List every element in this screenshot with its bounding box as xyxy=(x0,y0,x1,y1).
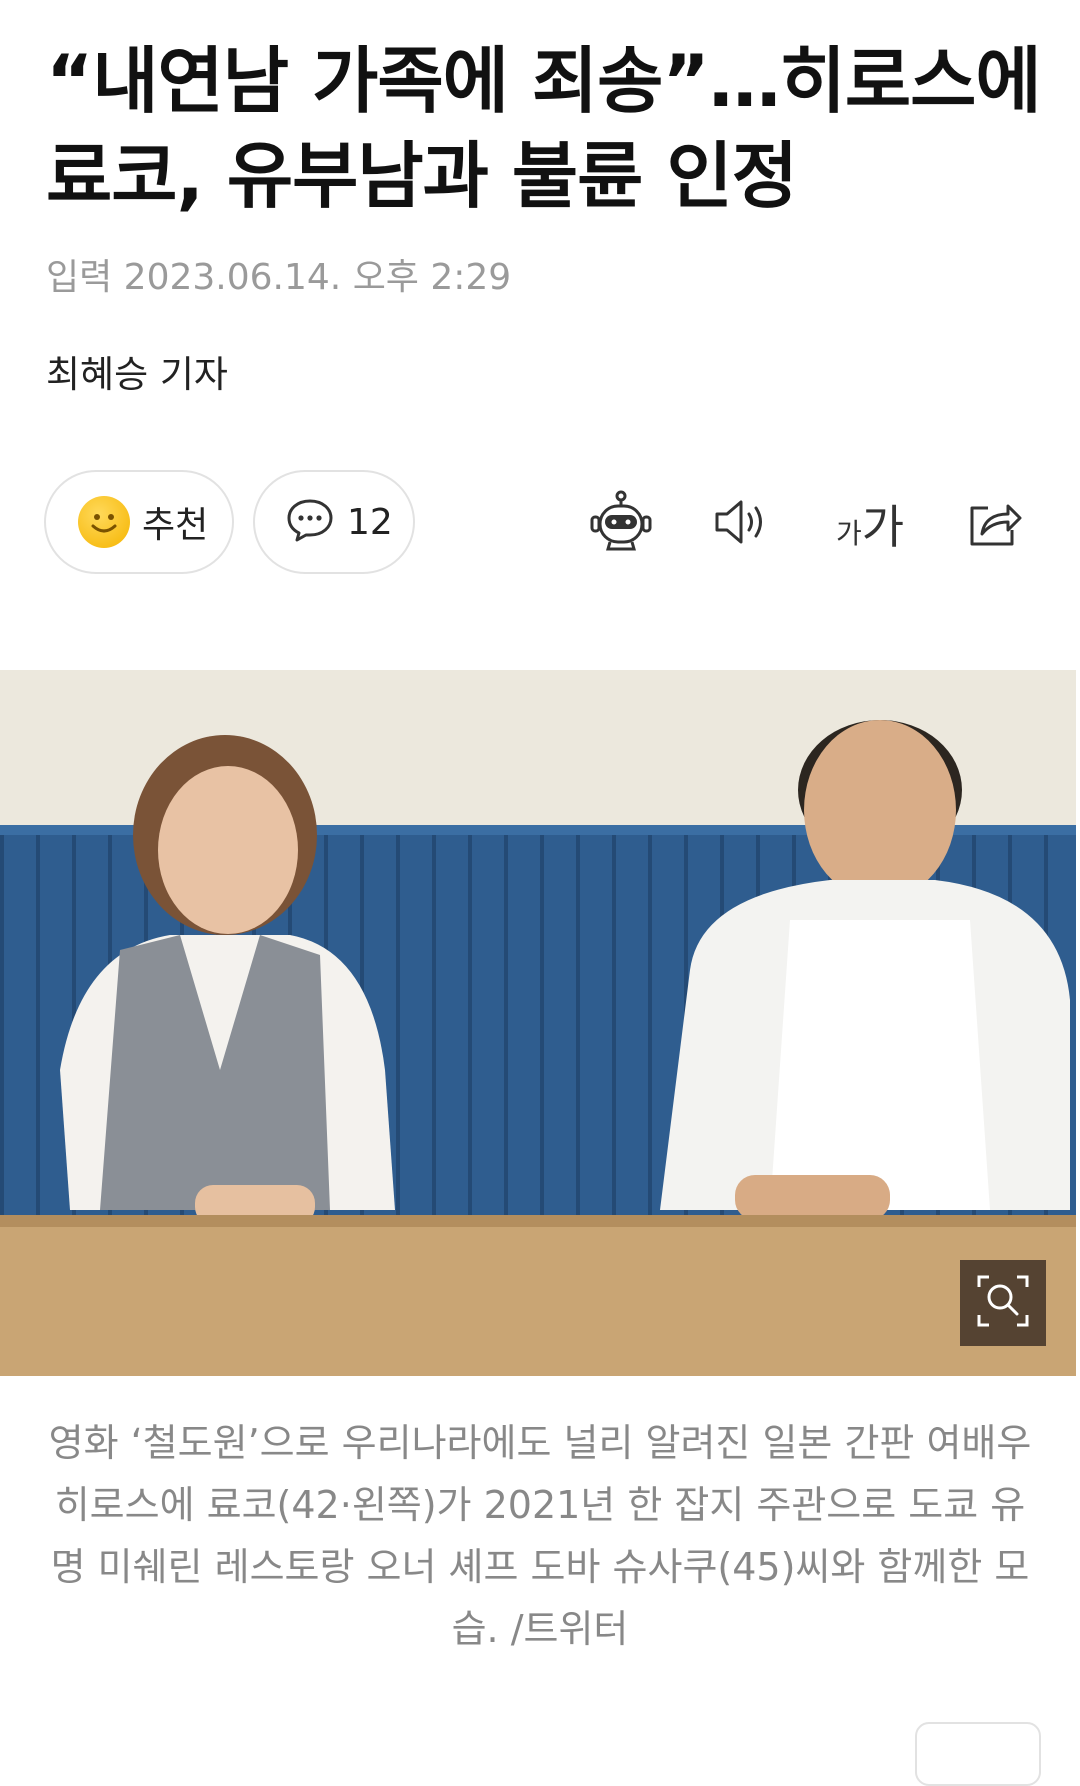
floating-button[interactable] xyxy=(915,1722,1041,1786)
ai-summary-button[interactable] xyxy=(585,488,657,560)
read-aloud-button[interactable] xyxy=(705,488,777,560)
robot-icon xyxy=(588,489,654,559)
zoom-icon xyxy=(975,1273,1031,1333)
recommend-button[interactable]: 추천 xyxy=(44,470,234,574)
author-name[interactable]: 최혜승 기자 xyxy=(46,344,228,398)
publish-date: 입력 2023.06.14. 오후 2:29 xyxy=(46,257,512,298)
recommend-label: 추천 xyxy=(142,505,209,546)
speech-bubble-icon xyxy=(285,497,335,547)
comment-count: 12 xyxy=(347,501,393,543)
smiley-icon xyxy=(78,496,130,548)
zoom-button[interactable] xyxy=(960,1260,1046,1346)
article-photo[interactable] xyxy=(0,670,1076,1376)
share-icon xyxy=(964,494,1024,554)
article-title: “내연남 가족에 죄송”…히로스에 료코, 유부남과 불륜 인정 xyxy=(46,39,1042,218)
photo-caption: 영화 ‘철도원’으로 우리나라에도 널리 알려진 일본 간판 여배우 히로스에 … xyxy=(48,1421,1032,1651)
speaker-icon xyxy=(711,494,771,554)
share-button[interactable] xyxy=(958,488,1030,560)
font-size-label: 가가 xyxy=(835,500,905,554)
comment-button[interactable]: 12 xyxy=(253,470,415,574)
font-size-button[interactable]: 가가 xyxy=(830,488,910,560)
